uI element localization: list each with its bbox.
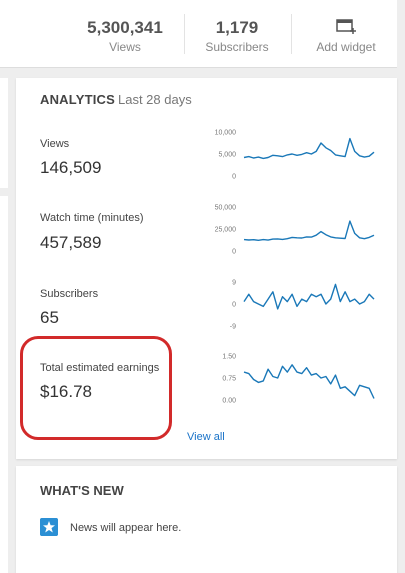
sparkline-tick-label: -9 bbox=[230, 324, 236, 331]
sparkline-tick-label: 0.00 bbox=[222, 398, 236, 405]
metric-label-subscribers: Subscribers bbox=[40, 288, 99, 300]
views-count: 5,300,341 bbox=[87, 18, 163, 37]
subscribers-label: Subscribers bbox=[205, 40, 269, 54]
stat-divider bbox=[291, 14, 292, 54]
sparkline-tick-label: 9 bbox=[232, 280, 236, 287]
analytics-period: Last 28 days bbox=[118, 92, 192, 107]
sparkline-tick-label: 1.50 bbox=[222, 354, 236, 361]
sparkline-tick-label: 5,000 bbox=[218, 152, 236, 159]
analytics-title: ANALYTICS bbox=[40, 92, 115, 107]
sparkline-tick-label: 25,000 bbox=[215, 227, 237, 234]
earnings-sparkline[interactable]: 1.50 0.75 0.00 bbox=[206, 352, 376, 405]
whats-new-title: WHAT'S NEW bbox=[40, 483, 124, 498]
sparkline-tick-label: 0.75 bbox=[222, 376, 236, 383]
metric-label-watch-time: Watch time (minutes) bbox=[40, 212, 144, 224]
star-icon bbox=[40, 518, 58, 536]
metric-value-subscribers: 65 bbox=[40, 308, 59, 327]
earnings-highlight-annotation bbox=[20, 336, 172, 440]
whats-new-message: News will appear here. bbox=[70, 522, 182, 534]
sparkline-tick-label: 0 bbox=[232, 174, 236, 181]
subscribers-count: 1,179 bbox=[215, 18, 259, 37]
subscribers-sparkline[interactable]: 9 0 -9 bbox=[206, 278, 376, 331]
sparkline-series-line bbox=[243, 137, 375, 160]
left-panel-edge-lower bbox=[0, 196, 8, 573]
sparkline-tick-label: 0 bbox=[232, 249, 236, 256]
stat-divider bbox=[184, 14, 185, 54]
add-widget-icon bbox=[336, 19, 356, 34]
sparkline-tick-label: 50,000 bbox=[215, 205, 237, 212]
metric-value-watch-time: 457,589 bbox=[40, 233, 102, 252]
add-widget-label: Add widget bbox=[316, 40, 376, 54]
metric-value-views: 146,509 bbox=[40, 158, 102, 177]
sparkline-tick-label: 0 bbox=[232, 302, 236, 309]
views-label: Views bbox=[109, 40, 141, 54]
sparkline-tick-label: 10,000 bbox=[215, 130, 237, 137]
views-stat[interactable]: 5,300,341 Views bbox=[70, 0, 180, 68]
views-sparkline[interactable]: 10,000 5,000 0 bbox=[206, 128, 376, 181]
add-widget-button[interactable]: Add widget bbox=[296, 0, 396, 68]
subscribers-stat[interactable]: 1,179 Subscribers bbox=[186, 0, 288, 68]
left-panel-edge bbox=[0, 78, 8, 188]
sparkline-series-line bbox=[243, 364, 375, 399]
sparkline-series-line bbox=[243, 283, 375, 310]
watch-time-sparkline[interactable]: 50,000 25,000 0 bbox=[206, 203, 376, 256]
view-all-link[interactable]: View all bbox=[187, 431, 225, 443]
sparkline-series-line bbox=[243, 220, 375, 241]
whats-new-card: WHAT'S NEW News will appear here. bbox=[16, 466, 397, 573]
channel-stats-bar: 5,300,341 Views 1,179 Subscribers Add wi… bbox=[0, 0, 397, 68]
metric-label-views: Views bbox=[40, 138, 70, 150]
